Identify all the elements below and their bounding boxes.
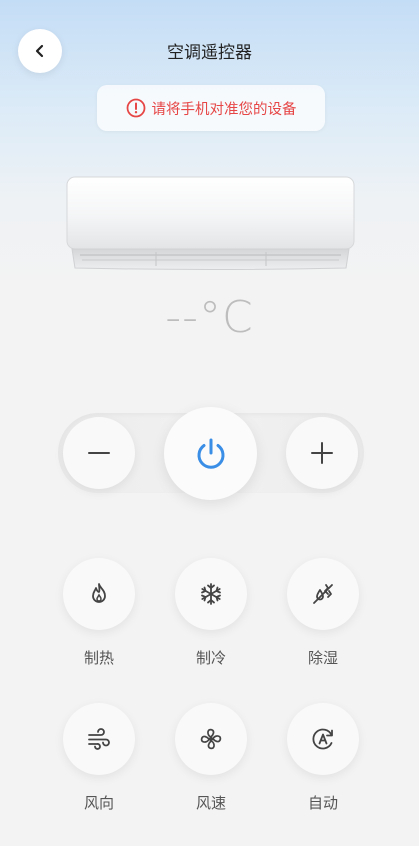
mode-dehumidify-button[interactable]	[287, 558, 359, 630]
mode-auto[interactable]: 自动	[278, 703, 368, 813]
mode-heat[interactable]: 制热	[54, 558, 144, 668]
dehumidify-icon	[313, 584, 333, 604]
fan-icon	[200, 728, 222, 750]
mode-fan-speed[interactable]: 风速	[166, 703, 256, 813]
power-button[interactable]	[164, 407, 257, 500]
snowflake-icon	[201, 583, 221, 605]
mode-fan-speed-label: 风速	[195, 794, 226, 812]
minus-icon	[88, 452, 110, 454]
power-icon	[197, 438, 224, 469]
mode-cool-button[interactable]	[175, 558, 247, 630]
mode-wind-direction[interactable]: 风向	[54, 703, 144, 813]
mode-wind-direction-label: 风向	[83, 794, 114, 812]
temperature-up-button[interactable]	[286, 417, 358, 489]
mode-dehumidify[interactable]: 除湿	[278, 558, 368, 668]
mode-auto-label: 自动	[307, 794, 338, 812]
plus-icon	[311, 442, 333, 464]
page-title: 空调遥控器	[167, 43, 252, 63]
mode-wind-direction-button[interactable]	[63, 703, 135, 775]
mode-dehumidify-label: 除湿	[307, 649, 338, 667]
mode-cool-label: 制冷	[195, 649, 226, 667]
mode-fan-speed-button[interactable]	[175, 703, 247, 775]
mode-cool[interactable]: 制冷	[166, 558, 256, 668]
flame-icon	[92, 583, 106, 603]
alert-circle-icon	[126, 98, 145, 118]
temperature-display: --°C	[165, 292, 254, 343]
temperature-down-button[interactable]	[63, 417, 135, 489]
mode-heat-label: 制热	[83, 649, 114, 667]
air-conditioner-image	[66, 176, 355, 270]
warning-text: 请将手机对准您的设备	[151, 101, 297, 118]
mode-heat-button[interactable]	[63, 558, 135, 630]
auto-icon	[312, 728, 333, 750]
mode-auto-button[interactable]	[287, 703, 359, 775]
wind-icon	[88, 728, 110, 750]
warning-banner: 请将手机对准您的设备	[97, 85, 325, 131]
